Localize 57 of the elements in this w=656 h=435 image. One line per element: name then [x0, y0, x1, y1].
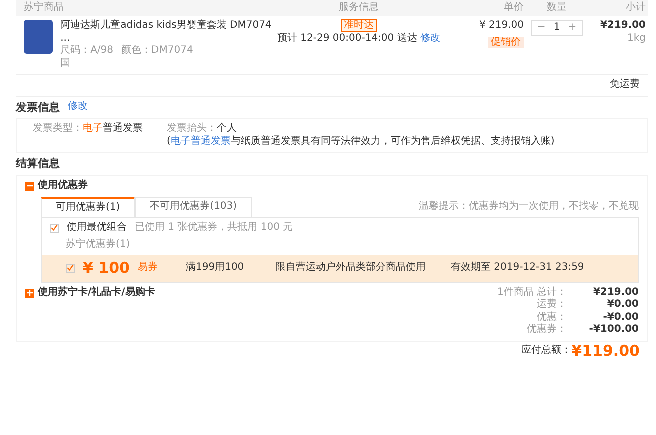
coupon-tab[interactable]: 不可用优惠券(103) — [135, 196, 252, 217]
invoice-type-prefix: 电子 — [83, 123, 103, 134]
shipping-note: 免运费 — [610, 79, 640, 92]
best-combo-label: 使用最优组合 — [67, 222, 127, 234]
coupon-tip: 温馨提示：优惠券均为一次使用，不找零，不兑现 — [419, 200, 639, 214]
product-photo-placeholder — [24, 20, 53, 54]
quantity-value: 1 — [554, 22, 560, 34]
section-label: 使用苏宁卡/礼品卡/易购卡 — [38, 286, 156, 300]
edit-link[interactable]: 修改 — [68, 101, 88, 114]
checkbox[interactable] — [50, 224, 59, 233]
toggle-icon[interactable] — [25, 288, 34, 298]
quantity-stepper[interactable]: − 1 + — [531, 20, 583, 36]
column-header: 单价 — [503, 0, 524, 15]
summary-label: 优惠券： — [527, 324, 567, 337]
summary-value: -¥0.00 — [602, 312, 639, 324]
section-title: 结算信息 — [16, 157, 61, 171]
invoice-type-value: 普通发票 — [103, 123, 143, 134]
checkbox[interactable] — [66, 264, 75, 273]
summary-value: ¥0.00 — [606, 299, 639, 312]
unit-price: ¥ 219.00 — [478, 20, 524, 32]
coupon-group-label: 苏宁优惠券(1) — [65, 238, 132, 252]
column-header: 数量 — [546, 1, 568, 15]
invoice-head-value: 个人 — [217, 123, 237, 136]
section-title: 发票信息 — [16, 100, 60, 114]
item-weight: 1kg — [626, 32, 646, 45]
coupon-amount: ¥ 100 — [83, 259, 130, 278]
section-label: 使用优惠券 — [38, 180, 88, 192]
invoice-note: (电子普通发票与纸质普通发票具有同等法律效力，可作为售后维权凭据、支持报销入账) — [167, 136, 555, 148]
toggle-icon[interactable] — [25, 182, 34, 191]
summary-label: 运费： — [537, 299, 567, 312]
column-header: 苏宁商品 — [24, 0, 65, 15]
summary-label: 优惠： — [537, 312, 567, 324]
total-amount: ¥119.00 — [572, 342, 640, 360]
summary-value: -¥100.00 — [588, 324, 639, 337]
delivery-badge: 准时达 — [341, 19, 377, 32]
product-title[interactable]: 阿迪达斯儿童adidas kids男婴童套装 DM7074 ... — [60, 20, 274, 45]
product-tag: 国 — [60, 58, 274, 70]
column-header: 小计 — [625, 0, 646, 15]
coupon-condition: 满199用100 — [186, 262, 246, 275]
summary-label: 1件商品 总计： — [497, 286, 567, 298]
invoice-head-label: 发票抬头： — [167, 123, 217, 136]
promo-tag: 促销价 — [488, 36, 524, 48]
summary-value: ¥219.00 — [592, 286, 639, 300]
coupon-expiry: 有效期至 2019-12-31 23:59 — [451, 262, 584, 275]
invoice-type-label: 发票类型： — [33, 123, 83, 134]
subtotal: ¥219.00 — [599, 20, 646, 32]
coupon-type: 易券 — [138, 262, 158, 275]
product-size: 尺码：A/98 — [60, 45, 114, 58]
total-label: 应付总额： — [522, 344, 572, 358]
coupon-tab[interactable]: 可用优惠券(1) — [41, 196, 136, 217]
combo-summary: 已使用 1 张优惠券，共抵用 100 元 — [135, 222, 294, 234]
modify-link[interactable]: 修改 — [420, 32, 441, 44]
coupon-scope: 限自营运动户外品类部分商品使用 — [276, 262, 427, 275]
column-header: 服务信息 — [338, 0, 380, 15]
plus-button[interactable]: + — [568, 21, 577, 35]
delivery-estimate: 预计 12-29 00:00-14:00 送达 — [277, 32, 418, 44]
product-color: 颜色：DM7074 — [122, 45, 194, 58]
